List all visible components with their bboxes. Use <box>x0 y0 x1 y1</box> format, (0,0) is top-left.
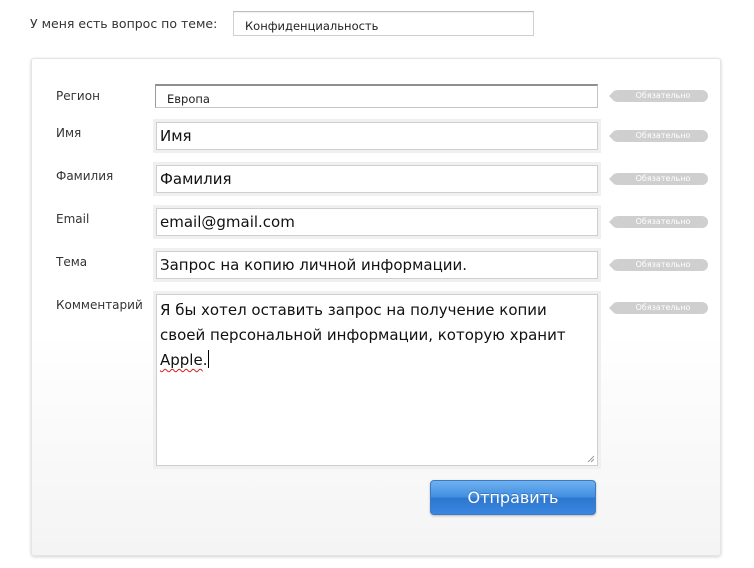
required-badge-comment: Обязательно <box>609 302 708 314</box>
subject-input[interactable]: Запрос на копию личной информации. <box>156 251 598 279</box>
comment-text-end: . <box>202 351 208 369</box>
comment-textarea[interactable]: Я бы хотел оставить запрос на получение … <box>156 294 598 466</box>
last-name-label: Фамилия <box>56 169 114 183</box>
topic-label: У меня есть вопрос по теме: <box>30 16 218 31</box>
required-badge-subject: Обязательно <box>609 259 708 271</box>
email-label: Email <box>56 212 90 226</box>
email-input[interactable]: email@gmail.com <box>156 208 598 236</box>
topic-row: У меня есть вопрос по теме: Конфиденциал… <box>0 0 754 50</box>
comment-text: Я бы хотел оставить запрос на получение … <box>160 301 566 344</box>
comment-misspelled-word: Apple <box>160 351 203 369</box>
last-name-input[interactable]: Фамилия <box>156 165 598 193</box>
topic-select[interactable]: Конфиденциальность <box>233 11 534 36</box>
required-badge-email: Обязательно <box>609 216 708 228</box>
contact-form-panel: Регион Европа Обязательно Имя Имя Обязат… <box>31 58 721 556</box>
resize-grip-icon[interactable] <box>586 454 595 463</box>
region-select[interactable]: Европа <box>155 84 598 108</box>
first-name-label: Имя <box>56 126 82 140</box>
comment-label: Комментарий <box>56 298 143 312</box>
subject-label: Тема <box>56 255 88 269</box>
required-badge-first-name: Обязательно <box>609 130 708 142</box>
region-label: Регион <box>56 89 100 103</box>
submit-button[interactable]: Отправить <box>430 480 596 515</box>
required-badge-region: Обязательно <box>609 90 708 102</box>
text-caret <box>208 350 210 368</box>
required-badge-last-name: Обязательно <box>609 173 708 185</box>
first-name-input[interactable]: Имя <box>156 122 598 150</box>
